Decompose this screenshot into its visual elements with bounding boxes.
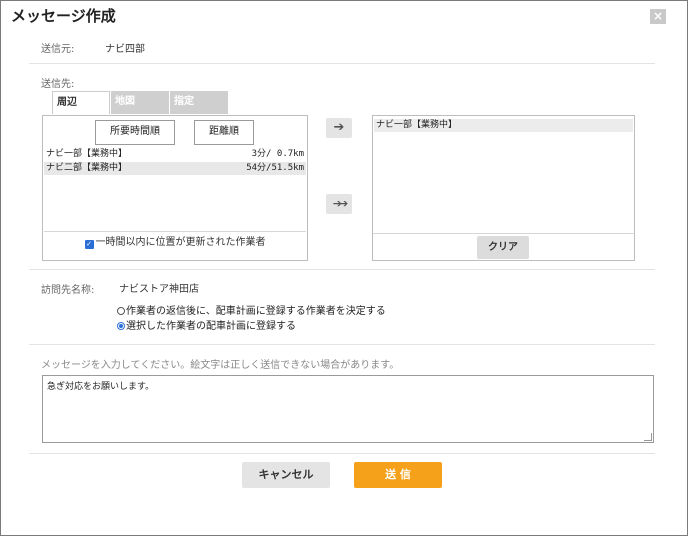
sort-by-distance-button[interactable]: 距離順 [194,120,254,145]
add-recipient-button[interactable]: ➔ [326,118,352,138]
recipient-tabs: 周辺 地図 指定 [52,91,229,114]
candidate-distance: 3分/ 0.7km [251,149,304,159]
radio-unselected-icon[interactable] [117,307,125,315]
divider [373,233,634,234]
recent-update-filter[interactable]: ✓ 一時間以内に位置が更新された作業者 [44,231,306,254]
selected-panel: ナビ一部【業務中】 クリア [372,115,635,261]
recipients-label: 送信先: [41,79,75,90]
radio-option-selected-workers[interactable]: 選択した作業者の配車計画に登録する [117,317,296,332]
radio-option-after-reply[interactable]: 作業者の返信後に、配車計画に登録する作業者を決定する [117,302,386,317]
candidate-name: ナビ二部【業務中】 [46,163,128,173]
candidate-panel: 所要時間順 距離順 ナビ一部【業務中】 3分/ 0.7km ナビ二部【業務中】 … [42,115,308,261]
candidate-distance: 54分/51.5km [246,163,304,173]
candidate-name: ナビ一部【業務中】 [46,149,128,159]
radio-selected-icon[interactable] [117,322,125,330]
divider [29,453,655,454]
message-text: 急ぎ対応をお願いします。 [47,382,155,392]
divider [29,63,655,64]
candidate-row[interactable]: ナビ二部【業務中】 54分/51.5km [44,162,306,175]
candidate-row[interactable]: ナビ一部【業務中】 3分/ 0.7km [44,148,306,161]
checkbox-checked-icon[interactable]: ✓ [84,240,94,249]
destination-label: 訪問先名称: [41,285,95,296]
selected-recipient-name: ナビ一部【業務中】 [376,120,458,130]
cancel-button[interactable]: キャンセル [242,462,330,488]
dialog-title: メッセージ作成 [11,7,116,25]
message-textarea[interactable]: 急ぎ対応をお願いします。 [42,375,654,443]
sender-value: ナビ四部 [105,44,145,55]
radio-option-label: 選択した作業者の配車計画に登録する [126,321,296,332]
radio-option-label: 作業者の返信後に、配車計画に登録する作業者を決定する [126,306,386,317]
resize-handle-icon[interactable] [644,433,652,441]
sender-label: 送信元: [41,44,75,55]
send-button[interactable]: 送 信 [354,462,442,488]
tab-nearby[interactable]: 周辺 [52,91,110,114]
divider [29,269,655,270]
message-dialog: メッセージ作成 × 送信元: ナビ四部 送信先: 周辺 地図 指定 所要時間順 … [0,0,688,536]
message-hint: メッセージを入力してください。絵文字は正しく送信できない場合があります。 [41,360,400,371]
tab-map[interactable]: 地図 [111,91,169,114]
close-icon[interactable]: × [650,9,666,24]
destination-value: ナビストア神田店 [119,284,199,295]
sort-by-time-button[interactable]: 所要時間順 [95,120,175,145]
add-all-recipients-button[interactable]: ➔➔ [326,194,352,214]
clear-button[interactable]: クリア [477,236,529,259]
tab-specify[interactable]: 指定 [170,91,228,114]
filter-label: 一時間以内に位置が更新された作業者 [95,237,266,248]
selected-recipient-row[interactable]: ナビ一部【業務中】 [374,119,633,132]
divider [29,344,655,345]
